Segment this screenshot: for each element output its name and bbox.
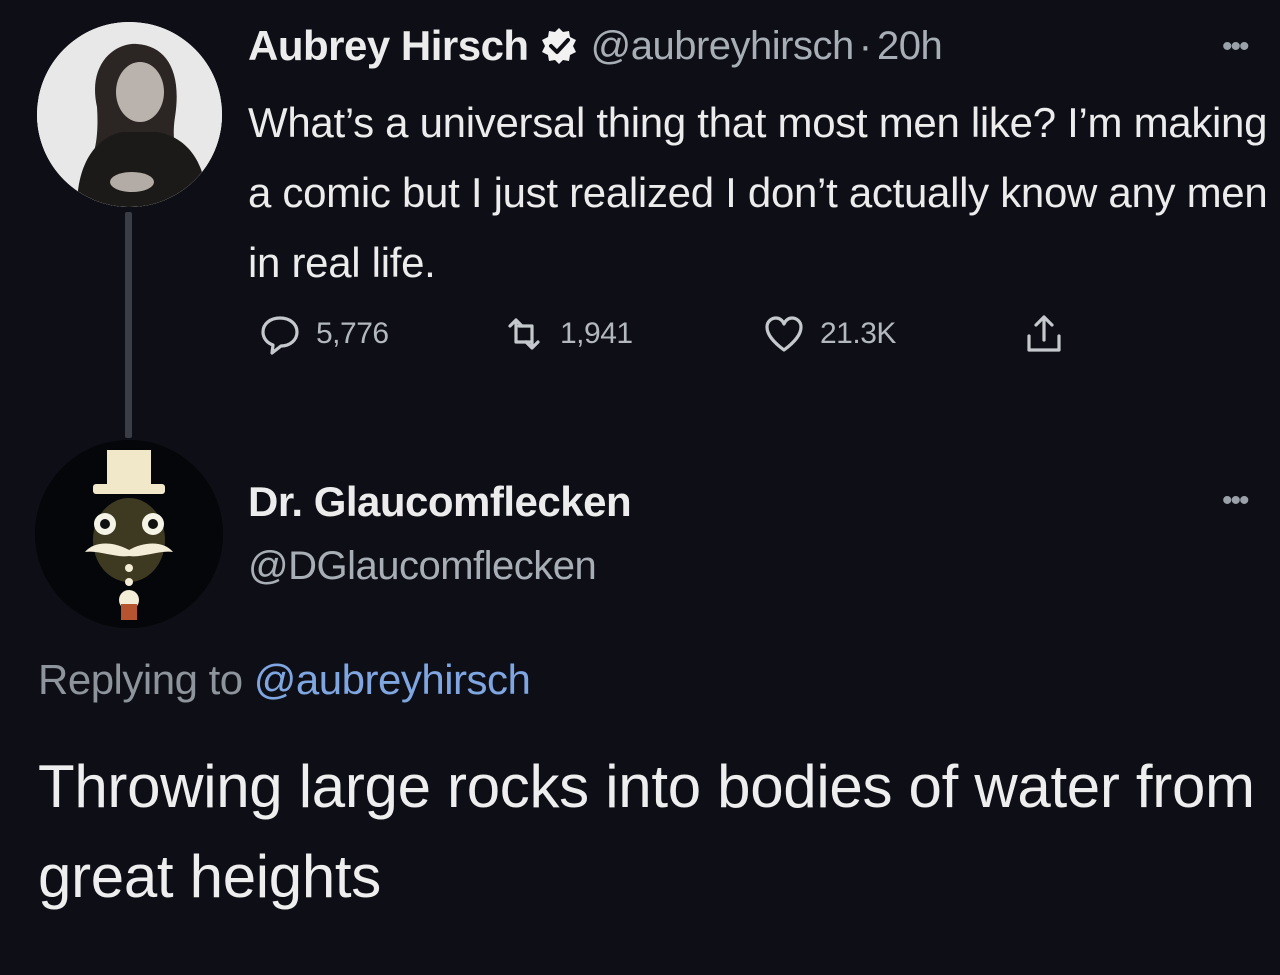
display-name[interactable]: Dr. Glaucomflecken bbox=[248, 478, 632, 526]
tweet-actions: 5,776 1,941 21.3K bbox=[258, 312, 1066, 356]
verified-badge-icon bbox=[541, 28, 576, 64]
reply-button[interactable]: 5,776 bbox=[258, 312, 502, 356]
like-count: 21.3K bbox=[820, 317, 896, 350]
like-button[interactable]: 21.3K bbox=[762, 312, 1022, 356]
avatar-dr-glaucomflecken[interactable] bbox=[35, 440, 223, 628]
profile-photo bbox=[37, 22, 222, 207]
display-name[interactable]: Aubrey Hirsch bbox=[248, 22, 529, 70]
reply-count: 5,776 bbox=[316, 317, 389, 350]
replying-to-line: Replying to @aubreyhirsch bbox=[38, 656, 531, 704]
timestamp[interactable]: 20h bbox=[877, 24, 943, 69]
tweet-thread: Aubrey Hirsch @aubreyhirsch · 20h ••• Wh… bbox=[0, 0, 1280, 975]
retweet-button[interactable]: 1,941 bbox=[502, 312, 762, 356]
retweet-count: 1,941 bbox=[560, 317, 633, 350]
tweet-header: Aubrey Hirsch @aubreyhirsch · 20h bbox=[248, 22, 943, 70]
reply-tweet-text: Throwing large rocks into bodies of wate… bbox=[38, 753, 1255, 910]
retweet-icon bbox=[508, 318, 540, 350]
cartoon-avatar bbox=[35, 440, 223, 628]
like-icon bbox=[765, 316, 803, 352]
replying-to-prefix: Replying to bbox=[38, 656, 243, 703]
share-button[interactable] bbox=[1022, 312, 1066, 356]
thread-connector-line bbox=[125, 212, 132, 438]
separator-dot: · bbox=[858, 23, 873, 68]
avatar-aubrey-hirsch[interactable] bbox=[37, 22, 222, 207]
share-icon bbox=[1027, 315, 1061, 352]
more-options-icon[interactable]: ••• bbox=[1222, 30, 1249, 64]
more-options-icon[interactable]: ••• bbox=[1222, 484, 1249, 518]
user-handle[interactable]: @aubreyhirsch bbox=[591, 24, 855, 69]
replying-to-mention[interactable]: @aubreyhirsch bbox=[254, 656, 531, 703]
tweet-text: What’s a universal thing that most men l… bbox=[248, 99, 1268, 286]
user-handle[interactable]: @DGlaucomflecken bbox=[248, 544, 597, 589]
reply-icon bbox=[261, 316, 299, 355]
